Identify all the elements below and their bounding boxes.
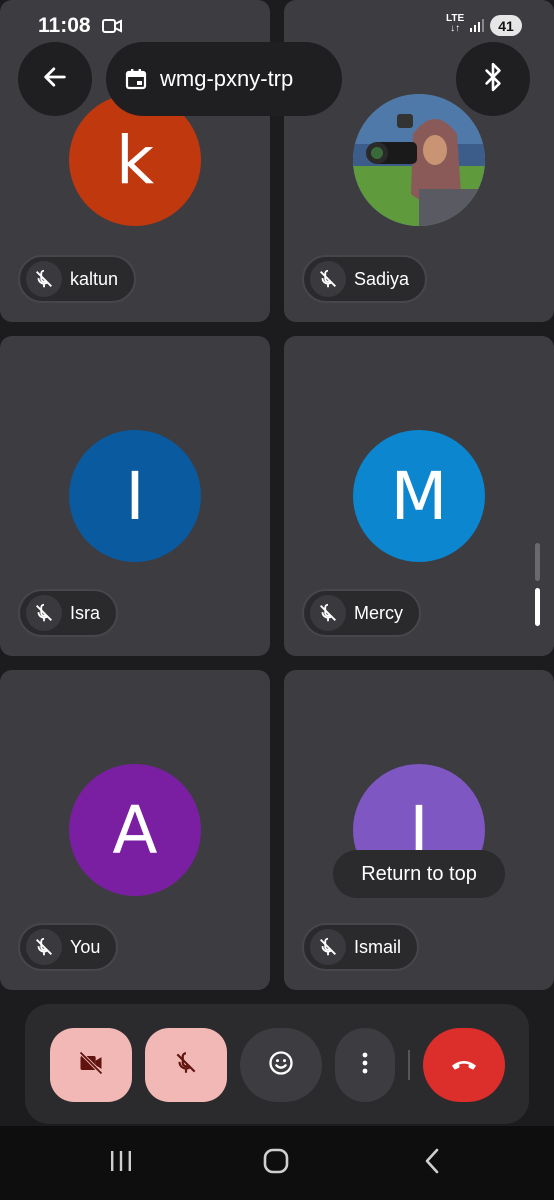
meeting-code: wmg-pxny-trp	[160, 66, 294, 91]
meeting-info-button[interactable]: wmg-pxny-trp	[106, 42, 342, 116]
controls-divider	[408, 1050, 410, 1080]
scrollbar-thumb[interactable]	[535, 588, 540, 626]
home-button[interactable]	[246, 1140, 306, 1186]
battery-icon: 41	[490, 15, 522, 36]
name-tag-isra: Isra	[18, 589, 119, 637]
nav-back-button[interactable]	[402, 1140, 462, 1186]
name-tag-sadiya: Sadiya	[302, 255, 428, 303]
system-nav-bar	[0, 1126, 554, 1200]
participant-name: Sadiya	[354, 268, 410, 289]
mic-off-icon	[26, 595, 62, 631]
home-icon	[262, 1147, 290, 1180]
status-time: 11:08	[38, 14, 91, 37]
avatar-mercy: M	[353, 430, 485, 562]
participant-tile-isra[interactable]: I Isra	[0, 336, 270, 656]
back-button[interactable]	[18, 42, 92, 116]
reactions-button[interactable]	[240, 1028, 322, 1102]
emoji-icon	[267, 1049, 295, 1082]
mic-off-icon	[310, 929, 346, 965]
more-vert-icon	[361, 1051, 369, 1080]
leave-call-button[interactable]	[423, 1028, 505, 1102]
name-tag-mercy: Mercy	[302, 589, 421, 637]
network-type-icon: LTE ↓↑	[446, 13, 465, 34]
mic-toggle-button[interactable]	[145, 1028, 227, 1102]
participant-tile-mercy[interactable]: M Mercy	[284, 336, 554, 656]
participant-name: You	[70, 936, 101, 957]
camera-toggle-button[interactable]	[50, 1028, 132, 1102]
name-tag-you: You	[18, 923, 119, 971]
recents-icon	[108, 1149, 134, 1178]
participant-tile-ismail[interactable]: I Ismail	[284, 670, 554, 990]
bluetooth-icon	[480, 62, 506, 97]
call-end-icon	[448, 1047, 480, 1084]
more-options-button[interactable]	[335, 1028, 395, 1102]
recents-button[interactable]	[91, 1140, 151, 1186]
arrow-left-icon	[41, 63, 69, 96]
name-tag-kaltun: kaltun	[18, 255, 137, 303]
audio-output-button[interactable]	[456, 42, 530, 116]
avatar-isra: I	[69, 430, 201, 562]
mic-off-icon	[310, 595, 346, 631]
scrollbar-track[interactable]	[535, 543, 540, 581]
participant-name: Mercy	[354, 602, 403, 623]
screen-record-icon	[102, 17, 122, 40]
return-to-top-button[interactable]: Return to top	[333, 850, 505, 898]
mic-off-icon	[26, 929, 62, 965]
mic-off-icon	[173, 1050, 199, 1081]
back-chevron-icon	[422, 1147, 442, 1180]
participant-tile-you[interactable]: A You	[0, 670, 270, 990]
participant-name: Isra	[70, 602, 101, 623]
avatar-you: A	[69, 764, 201, 896]
mic-off-icon	[26, 261, 62, 297]
call-controls-bar	[25, 1004, 529, 1124]
name-tag-ismail: Ismail	[302, 923, 420, 971]
signal-icon	[469, 17, 485, 38]
participant-name: kaltun	[70, 268, 119, 289]
video-off-icon	[77, 1049, 105, 1082]
avatar-sadiya-photo	[353, 94, 485, 226]
calendar-icon	[124, 67, 148, 91]
participant-name: Ismail	[354, 936, 402, 957]
meet-call-screen: k kaltun Sadiya I Isra M Mercy A You I I…	[0, 0, 554, 1200]
mic-off-icon	[310, 261, 346, 297]
